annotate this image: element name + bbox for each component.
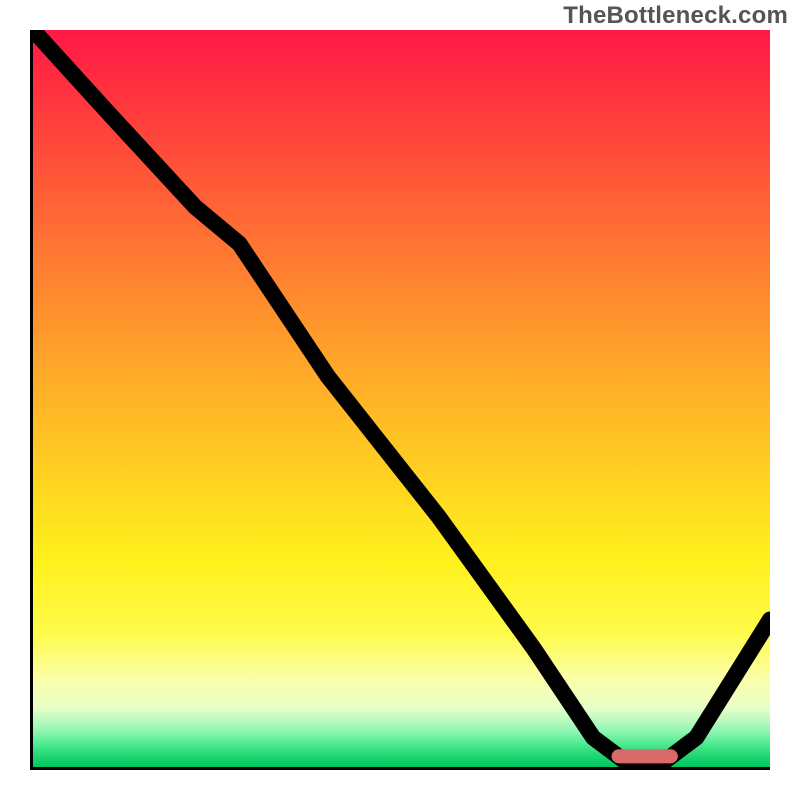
chart-frame <box>30 30 770 770</box>
bottleneck-curve <box>33 30 770 760</box>
watermark-text: TheBottleneck.com <box>563 2 788 30</box>
chart-container: TheBottleneck.com <box>0 0 800 800</box>
optimal-range-marker <box>612 749 678 763</box>
chart-plot <box>33 30 770 767</box>
